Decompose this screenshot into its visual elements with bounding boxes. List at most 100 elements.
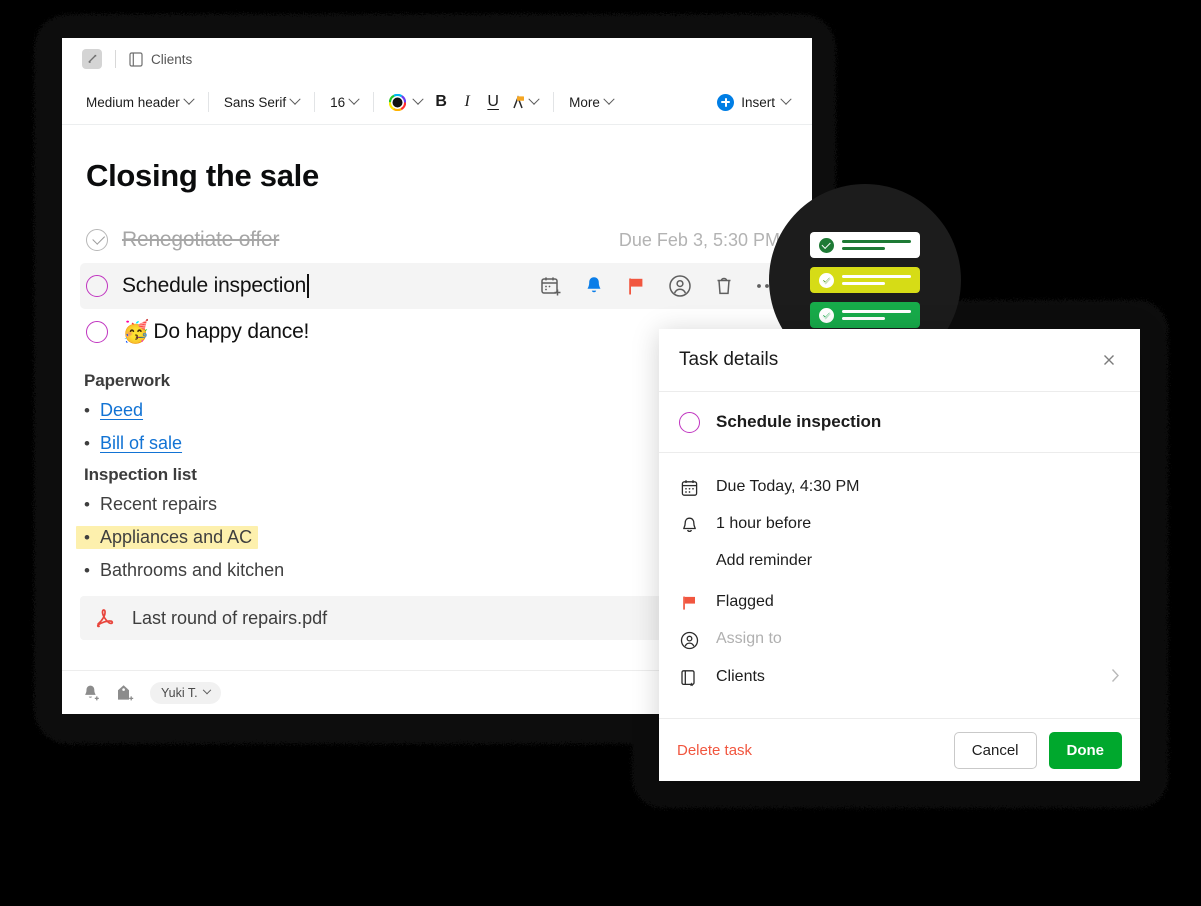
highlight-button[interactable] (506, 92, 544, 113)
pdf-icon (96, 609, 114, 628)
done-button[interactable]: Done (1048, 731, 1122, 769)
delete-task-button[interactable]: Delete task (677, 742, 752, 759)
check-circle-icon (819, 272, 834, 288)
badge-lines (842, 240, 911, 250)
detail-row-assign[interactable]: Assign to (659, 621, 1140, 659)
task-due-date: Due Feb 3, 5:30 PM (618, 229, 780, 250)
assign-person-icon (679, 630, 699, 650)
more-formatting-dropdown[interactable]: More (563, 93, 619, 112)
plus-circle-icon (717, 93, 735, 111)
flag-icon[interactable] (626, 275, 646, 297)
toolbar-divider (314, 92, 316, 112)
chevron-right-icon (1111, 668, 1120, 688)
task-checkbox[interactable] (86, 275, 108, 298)
paragraph-style-label: Medium header (86, 94, 180, 110)
text-color-picker[interactable] (383, 92, 428, 113)
panel-footer: Delete task Cancel Done (659, 718, 1140, 781)
attachment-name: Last round of repairs.pdf (132, 607, 328, 628)
toolbar-divider (207, 92, 209, 112)
bullet-marker: • (84, 560, 90, 580)
font-size-dropdown[interactable]: 16 (324, 93, 364, 112)
task-row-selected[interactable]: Schedule inspection (80, 263, 794, 310)
list-item-label: Recent repairs (100, 494, 218, 515)
detail-label: Clients (716, 668, 765, 685)
panel-task-name: Schedule inspection (716, 412, 882, 431)
bell-add-icon[interactable] (82, 683, 102, 703)
toolbar-divider (373, 92, 375, 112)
chevron-down-icon (412, 93, 424, 105)
task-checkbox-completed[interactable] (86, 229, 108, 252)
page-title: Closing the sale (86, 158, 319, 193)
flag-icon (679, 593, 699, 612)
task-checkbox[interactable] (679, 411, 700, 433)
task-label: Do happy dance! (153, 320, 310, 344)
badge-row (810, 302, 920, 328)
detail-row-reminder[interactable]: 1 hour before (659, 506, 1140, 543)
chevron-down-icon (528, 93, 540, 105)
badge-lines (842, 275, 911, 285)
italic-button[interactable]: I (454, 93, 480, 111)
detail-label: 1 hour before (716, 515, 812, 532)
bullet-marker: • (84, 400, 90, 420)
font-family-label: Sans Serif (223, 94, 287, 110)
detail-row-notebook[interactable]: Clients (659, 659, 1140, 697)
font-family-dropdown[interactable]: Sans Serif (218, 93, 305, 112)
text-cursor (307, 274, 309, 299)
user-chip[interactable]: Yuki T. (150, 681, 221, 704)
bullet-marker: • (84, 527, 90, 547)
bold-button[interactable]: B (428, 93, 454, 111)
check-circle-icon (819, 307, 834, 323)
formatting-toolbar: Medium header Sans Serif 16 B I U More I… (62, 80, 812, 125)
breadcrumb-clients[interactable]: Clients (129, 52, 192, 67)
panel-header: Task details (659, 329, 1140, 392)
insert-label: Insert (741, 94, 775, 110)
collapse-arrow-icon[interactable] (82, 49, 102, 69)
link-deed[interactable]: Deed (100, 400, 143, 421)
insert-button[interactable]: Insert (717, 93, 792, 111)
trash-icon[interactable] (714, 275, 734, 297)
tag-add-icon[interactable] (114, 683, 136, 703)
list-item: • Deed (84, 399, 143, 422)
calendar-icon (679, 478, 699, 497)
list-item: • Recent repairs (84, 493, 217, 516)
panel-title: Task details (679, 349, 779, 370)
list-item-label: Appliances and AC (100, 527, 253, 548)
paragraph-style-dropdown[interactable]: Medium header (80, 93, 199, 112)
list-item-highlighted: • Appliances and AC (76, 526, 259, 550)
notebook-icon (679, 668, 699, 688)
chevron-down-icon (780, 93, 792, 105)
breadcrumb-divider (115, 50, 116, 68)
color-wheel-icon (389, 93, 407, 111)
underline-button[interactable]: U (480, 93, 506, 111)
user-name: Yuki T. (161, 685, 198, 700)
add-reminder-button[interactable]: Add reminder (659, 543, 1140, 579)
bell-icon (679, 515, 699, 534)
detail-label: Flagged (716, 593, 774, 610)
detail-row-flag[interactable]: Flagged (659, 579, 1140, 621)
assign-person-icon[interactable] (668, 274, 692, 298)
cancel-button[interactable]: Cancel (953, 731, 1037, 769)
breadcrumb-bar: Clients (62, 38, 812, 80)
detail-label: Assign to (716, 630, 782, 647)
notebook-icon (129, 51, 143, 67)
highlight-icon (513, 94, 525, 108)
check-circle-icon (819, 237, 834, 253)
chevron-down-icon (603, 93, 615, 105)
calendar-add-icon[interactable] (540, 275, 562, 297)
chevron-down-icon (183, 93, 195, 105)
task-label: Schedule inspection (122, 274, 307, 298)
toolbar-divider (553, 92, 555, 112)
close-icon[interactable] (1098, 349, 1120, 371)
chevron-down-icon (289, 93, 301, 105)
panel-task-row[interactable]: Schedule inspection (659, 392, 1140, 453)
bell-icon[interactable] (584, 275, 604, 297)
badge-lines (842, 310, 911, 320)
panel-detail-list: Due Today, 4:30 PM 1 hour before Add rem… (659, 453, 1140, 718)
detail-row-due-date[interactable]: Due Today, 4:30 PM (659, 469, 1140, 506)
party-face-emoji: 🥳 (122, 319, 150, 345)
detail-label: Due Today, 4:30 PM (716, 478, 860, 495)
link-bill-of-sale[interactable]: Bill of sale (100, 433, 182, 454)
list-item: • Bill of sale (84, 432, 182, 455)
task-row[interactable]: Renegotiate offer Due Feb 3, 5:30 PM (80, 217, 794, 263)
task-checkbox[interactable] (86, 321, 108, 344)
